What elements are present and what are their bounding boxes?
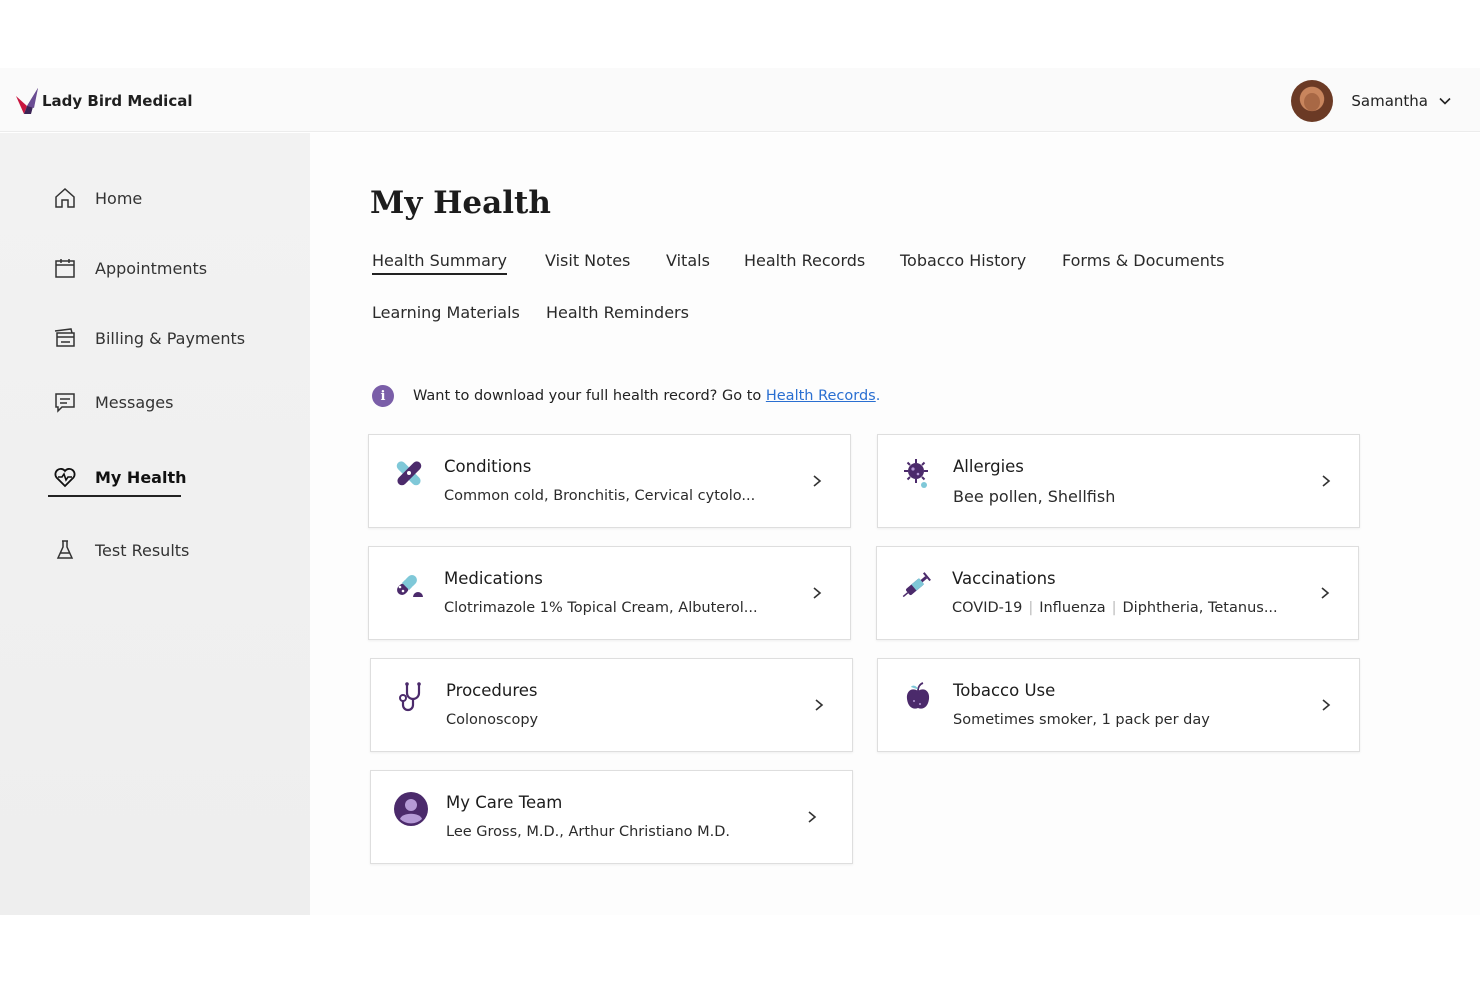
page-title: My Health	[370, 185, 551, 221]
user-menu[interactable]: Samantha	[1291, 80, 1452, 122]
chevron-right-icon	[1322, 475, 1331, 487]
tab-health-reminders[interactable]: Health Reminders	[546, 303, 689, 322]
card-title: Allergies	[953, 457, 1024, 476]
card-subtitle: COVID-19 | Influenza | Diphtheria, Tetanus..…	[952, 600, 1278, 616]
card-conditions[interactable]: Conditions Common cold, Bronchitis, Cerv…	[368, 434, 851, 528]
sidebar-item-home[interactable]: Home	[52, 185, 142, 211]
brand-logo[interactable]: Lady Bird Medical	[14, 86, 192, 116]
chevron-right-icon	[813, 475, 822, 487]
chevron-right-icon	[1321, 587, 1330, 599]
main-content: My Health Health Summary Visit Notes Vit…	[310, 133, 1480, 915]
flask-icon	[52, 537, 78, 563]
tab-learning-materials[interactable]: Learning Materials	[372, 303, 520, 322]
chevron-right-icon	[813, 587, 822, 599]
avatar[interactable]	[1291, 80, 1334, 122]
card-subtitle: Colonoscopy	[446, 712, 539, 728]
sidebar-item-label: My Health	[95, 467, 187, 487]
info-banner: i Want to download your full health reco…	[372, 385, 880, 407]
sidebar-item-my-health[interactable]: My Health	[52, 464, 186, 490]
card-subtitle: Common cold, Bronchitis, Cervical cytolo…	[444, 488, 756, 504]
home-icon	[52, 185, 78, 211]
card-tobacco-use[interactable]: Tobacco Use Sometimes smoker, 1 pack per…	[877, 658, 1360, 752]
card-title: Tobacco Use	[953, 681, 1056, 700]
card-vaccinations[interactable]: Vaccinations COVID-19 | Influenza | Diphther…	[876, 546, 1359, 640]
card-medications[interactable]: Medications Clotrimazole 1% Topical Crea…	[368, 546, 851, 640]
sidebar-item-label: Home	[95, 188, 143, 208]
info-text: Want to download your full health record…	[413, 388, 880, 404]
bottom-whitespace	[0, 915, 1480, 987]
card-subtitle: Bee pollen, Shellfish	[953, 487, 1116, 506]
calendar-icon	[52, 255, 78, 281]
card-subtitle: Lee Gross, M.D., Arthur Christiano M.D.	[446, 824, 731, 840]
ladybird-logo-icon	[16, 88, 38, 114]
sidebar-item-label: Test Results	[95, 540, 190, 560]
billing-icon	[52, 325, 78, 351]
card-title: Conditions	[444, 457, 532, 476]
card-title: Medications	[444, 569, 543, 588]
top-header: Lady Bird Medical Samantha	[0, 68, 1480, 132]
brand-name: Lady Bird Medical	[42, 92, 193, 110]
tab-health-records[interactable]: Health Records	[744, 251, 865, 270]
vaccine-item: Diphtheria, Tetanus...	[1122, 600, 1278, 616]
card-allergies[interactable]: Allergies Bee pollen, Shellfish	[877, 434, 1360, 528]
info-message: Want to download your full health record…	[413, 388, 766, 404]
sidebar-item-test-results[interactable]: Test Results	[52, 537, 189, 563]
sidebar-item-messages[interactable]: Messages	[52, 389, 173, 415]
chevron-down-icon[interactable]	[1438, 94, 1452, 108]
card-title: My Care Team	[446, 793, 563, 812]
health-records-link[interactable]: Health Records	[766, 388, 876, 404]
active-indicator	[48, 495, 181, 497]
info-icon: i	[372, 385, 394, 407]
chevron-right-icon	[1322, 699, 1331, 711]
tab-forms-documents[interactable]: Forms & Documents	[1062, 251, 1225, 270]
person-icon	[393, 791, 429, 827]
chevron-right-icon	[815, 699, 824, 711]
user-name: Samantha	[1351, 92, 1428, 110]
card-title: Procedures	[446, 681, 538, 700]
sidebar-item-label: Appointments	[95, 258, 208, 278]
sidebar-item-label: Billing & Payments	[95, 328, 246, 348]
pill-icon	[391, 567, 427, 603]
vaccine-item: Influenza	[1039, 600, 1106, 616]
apple-icon	[900, 679, 936, 715]
vaccine-item: COVID-19	[952, 600, 1023, 616]
card-subtitle: Sometimes smoker, 1 pack per day	[953, 712, 1210, 728]
bandage-icon	[391, 455, 427, 491]
heart-pulse-icon	[52, 464, 78, 490]
tab-vitals[interactable]: Vitals	[666, 251, 710, 270]
info-suffix: .	[875, 388, 881, 404]
card-title: Vaccinations	[952, 569, 1056, 588]
card-subtitle: Clotrimazole 1% Topical Cream, Albuterol…	[444, 600, 758, 616]
virus-icon	[900, 455, 936, 491]
card-procedures[interactable]: Procedures Colonoscopy	[370, 658, 853, 752]
tab-tobacco-history[interactable]: Tobacco History	[900, 251, 1026, 270]
syringe-icon	[899, 567, 935, 603]
stethoscope-icon	[393, 679, 429, 715]
sidebar-item-appointments[interactable]: Appointments	[52, 255, 207, 281]
message-icon	[52, 389, 78, 415]
sidebar-item-label: Messages	[95, 392, 174, 412]
separator: |	[1028, 600, 1034, 616]
separator: |	[1111, 600, 1117, 616]
tab-health-summary[interactable]: Health Summary	[372, 251, 507, 275]
chevron-right-icon	[808, 811, 817, 823]
card-my-care-team[interactable]: My Care Team Lee Gross, M.D., Arthur Chr…	[370, 770, 853, 864]
sidebar-item-billing[interactable]: Billing & Payments	[52, 325, 245, 351]
tab-visit-notes[interactable]: Visit Notes	[545, 251, 630, 270]
sidebar: Home Appointments Billing & Payments Mes…	[0, 133, 310, 915]
